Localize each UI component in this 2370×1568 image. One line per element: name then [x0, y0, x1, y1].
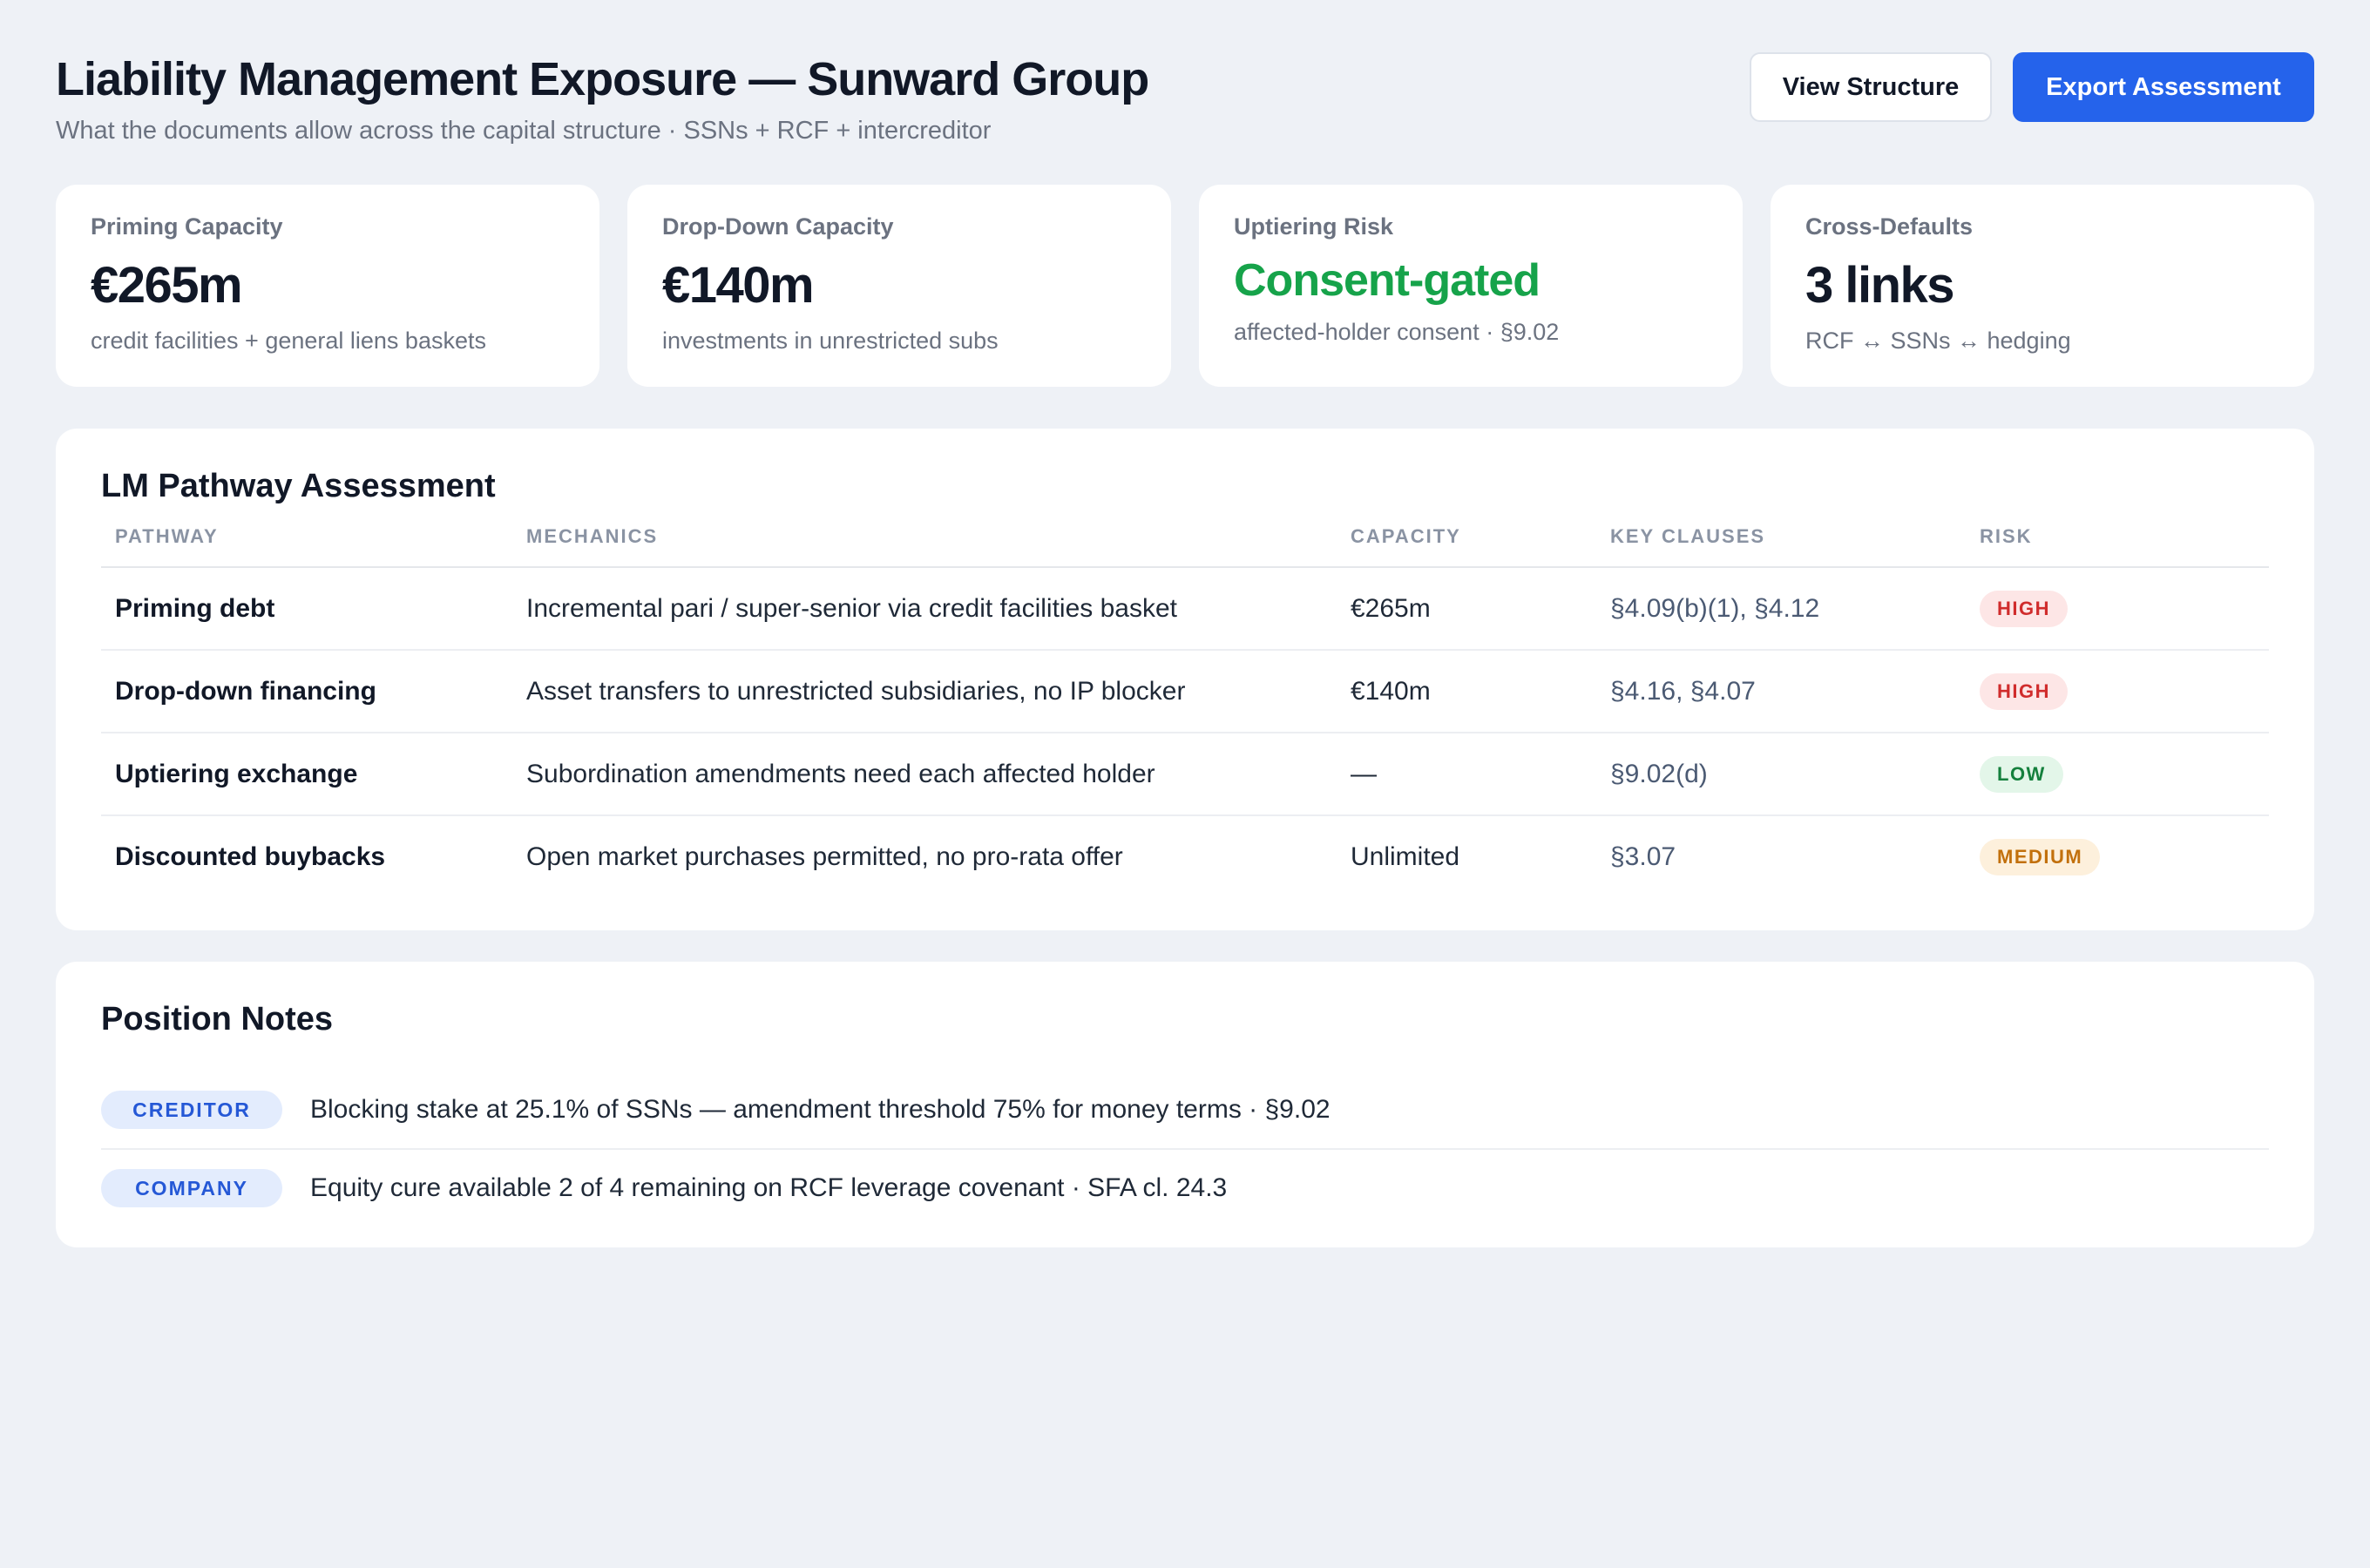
position-notes-title: Position Notes: [101, 1001, 334, 1037]
kpi-label: Uptiering Risk: [1234, 213, 1394, 240]
column-header-key-clauses: KEY CLAUSES: [1596, 524, 1966, 568]
kpi-value: €140m: [662, 257, 815, 314]
mechanics-cell: Incremental pari / super-senior via cred…: [512, 567, 1337, 651]
key-clauses-cell: §3.07: [1610, 841, 1676, 871]
kpi-label: Priming Capacity: [91, 213, 283, 240]
pathway-cell: Drop-down financing: [101, 650, 512, 733]
note-tag-creditor: CREDITOR: [101, 1091, 282, 1129]
risk-badge: LOW: [1980, 755, 2063, 793]
mechanics-cell: Subordination amendments need each affec…: [512, 733, 1337, 816]
list-item: COMPANY Equity cure available 2 of 4 rem…: [101, 1150, 2269, 1227]
kpi-label: Cross-Defaults: [1805, 213, 1974, 240]
risk-cell: HIGH: [1966, 567, 2269, 651]
risk-cell: MEDIUM: [1966, 815, 2269, 897]
risk-badge: MEDIUM: [1980, 838, 2101, 875]
pathway-cell: Discounted buybacks: [115, 841, 386, 871]
page-header: Liability Management Exposure — Sunward …: [56, 51, 2314, 155]
key-clauses-cell: §4.16, §4.07: [1596, 650, 1966, 733]
export-assessment-button[interactable]: Export Assessment: [2013, 52, 2314, 122]
key-clauses-cell: §9.02(d): [1596, 733, 1966, 816]
position-notes-list: CREDITOR Blocking stake at 25.1% of SSNs…: [101, 1071, 2269, 1227]
table-header-row: PATHWAY MECHANICS CAPACITY KEY CLAUSES R…: [101, 524, 2269, 568]
page: Liability Management Exposure — Sunward …: [0, 0, 2370, 1568]
page-title: Liability Management Exposure — Sunward …: [56, 53, 1149, 105]
mechanics-cell: Open market purchases permitted, no pro-…: [526, 841, 1123, 871]
capacity-cell: Unlimited: [1351, 841, 1460, 871]
note-text: Blocking stake at 25.1% of SSNs — amendm…: [310, 1095, 1331, 1124]
view-structure-button[interactable]: View Structure: [1750, 52, 1992, 122]
note-tag-company: COMPANY: [101, 1169, 282, 1207]
kpi-card-priming-capacity: Priming Capacity €265m credit facilities…: [56, 185, 599, 387]
table-row[interactable]: Priming debt Incremental pari / super-se…: [101, 567, 2269, 651]
position-notes-panel: Position Notes CREDITOR Blocking stake a…: [56, 962, 2314, 1247]
capacity-cell: €140m: [1337, 650, 1596, 733]
kpi-subtext: investments in unrestricted subs: [662, 328, 999, 354]
kpi-subtext: RCF ↔ SSNs ↔ hedging: [1805, 328, 2071, 354]
risk-cell: LOW: [1966, 733, 2269, 816]
lm-pathway-title: LM Pathway Assessment: [101, 468, 496, 504]
kpi-value: Consent-gated: [1234, 255, 1540, 306]
column-header-mechanics: MECHANICS: [512, 524, 1337, 568]
pathway-cell: Priming debt: [101, 567, 512, 651]
table-row[interactable]: Drop-down financing Asset transfers to u…: [101, 650, 2269, 733]
kpi-card-cross-defaults: Cross-Defaults 3 links RCF ↔ SSNs ↔ hedg…: [1771, 185, 2314, 387]
mechanics-cell: Asset transfers to unrestricted subsidia…: [512, 650, 1337, 733]
note-text: Equity cure available 2 of 4 remaining o…: [310, 1173, 1228, 1202]
kpi-label: Drop-Down Capacity: [662, 213, 894, 240]
key-clauses-cell: §4.09(b)(1), §4.12: [1596, 567, 1966, 651]
kpi-card-uptiering-risk: Uptiering Risk Consent-gated affected-ho…: [1199, 185, 1743, 387]
capacity-cell: —: [1337, 733, 1596, 816]
column-header-capacity: CAPACITY: [1337, 524, 1596, 568]
pathway-cell: Uptiering exchange: [101, 733, 512, 816]
kpi-value: €265m: [91, 257, 243, 314]
risk-cell: HIGH: [1966, 650, 2269, 733]
kpi-subtext: credit facilities + general liens basket…: [91, 328, 486, 354]
kpi-subtext: affected-holder consent · §9.02: [1234, 319, 1560, 345]
list-item: CREDITOR Blocking stake at 25.1% of SSNs…: [101, 1071, 2269, 1150]
page-subtitle: What the documents allow across the capi…: [56, 117, 992, 145]
column-header-pathway: PATHWAY: [101, 524, 512, 568]
lm-pathway-panel: LM Pathway Assessment PATHWAY MECHANICS …: [56, 429, 2314, 930]
kpi-card-drop-down-capacity: Drop-Down Capacity €140m investments in …: [627, 185, 1171, 387]
table-row[interactable]: Uptiering exchange Subordination amendme…: [101, 733, 2269, 816]
column-header-risk: RISK: [1966, 524, 2269, 568]
capacity-cell: €265m: [1337, 567, 1596, 651]
table-row[interactable]: Discounted buybacks Open market purchase…: [101, 815, 2269, 897]
kpi-row: Priming Capacity €265m credit facilities…: [56, 185, 2314, 387]
risk-badge: HIGH: [1980, 590, 2068, 627]
lm-pathway-table: PATHWAY MECHANICS CAPACITY KEY CLAUSES R…: [101, 524, 2269, 897]
kpi-value: 3 links: [1805, 257, 1955, 314]
risk-badge: HIGH: [1980, 672, 2068, 710]
